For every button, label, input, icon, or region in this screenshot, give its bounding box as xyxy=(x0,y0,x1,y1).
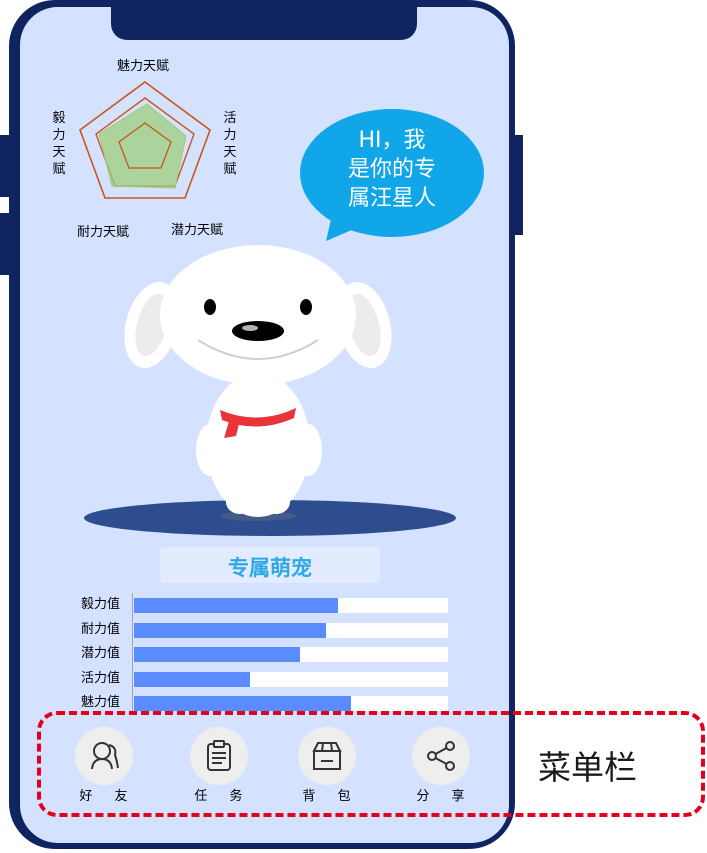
stat-track xyxy=(134,696,448,711)
radar-label-endurance: 耐力天赋 xyxy=(77,225,130,240)
stat-label: 耐力值 xyxy=(80,621,120,637)
stat-label: 潜力值 xyxy=(80,646,120,661)
stat-bar xyxy=(134,696,351,711)
menu-friends-circle[interactable] xyxy=(75,727,133,785)
speech-bubble-text: HI，我 是你的专 属汪星人 xyxy=(332,126,452,213)
pet-title: 专属萌宠 xyxy=(228,556,312,580)
bubble-line-2: 是你的专 xyxy=(347,157,436,182)
stat-bar xyxy=(134,622,326,638)
menu-tasks-circle[interactable] xyxy=(190,727,248,785)
talent-radar-chart xyxy=(79,81,211,199)
stat-bar xyxy=(134,598,338,613)
stats-axis-line xyxy=(132,593,133,713)
stat-label: 活力值 xyxy=(80,670,120,686)
menu-item-friends[interactable]: 好 友 xyxy=(64,727,144,807)
stat-label: 魅力值 xyxy=(80,695,120,710)
radar-label-charm: 魅力天赋 xyxy=(117,59,170,74)
radar-data-area xyxy=(98,103,187,189)
menu-label-tasks: 任 务 xyxy=(194,789,252,804)
menu-item-share[interactable]: 分 享 xyxy=(401,727,481,807)
menu-backpack-circle[interactable] xyxy=(298,727,356,785)
phone-notch xyxy=(111,0,417,40)
menu-item-backpack[interactable]: 背 包 xyxy=(287,727,367,807)
bubble-line-1: HI，我 xyxy=(358,128,426,153)
pet-dog-illustration xyxy=(84,245,456,536)
menu-label-share: 分 享 xyxy=(416,789,474,804)
stat-track xyxy=(134,598,448,613)
stat-track xyxy=(134,647,448,662)
menu-label-backpack: 背 包 xyxy=(302,789,360,804)
stat-track xyxy=(134,622,448,638)
menu-bar-annotation-label: 菜单栏 xyxy=(538,748,637,787)
stat-label: 毅力值 xyxy=(80,597,120,612)
radar-label-vitality: 活力天赋 xyxy=(223,111,237,177)
clipboard-icon xyxy=(207,740,231,771)
menu-item-tasks[interactable]: 任 务 xyxy=(179,727,259,807)
stat-track xyxy=(134,671,448,687)
menu-share-circle[interactable] xyxy=(412,727,470,785)
bubble-line-3: 属汪星人 xyxy=(347,186,436,211)
stat-bar xyxy=(134,647,300,662)
stat-bar xyxy=(134,671,250,687)
share-icon xyxy=(427,741,455,771)
box-icon xyxy=(312,742,342,770)
radar-label-perseverance: 毅力天赋 xyxy=(52,111,66,177)
radar-label-potential: 潜力天赋 xyxy=(171,223,224,238)
friends-icon xyxy=(91,742,119,770)
menu-label-friends: 好 友 xyxy=(79,789,137,804)
